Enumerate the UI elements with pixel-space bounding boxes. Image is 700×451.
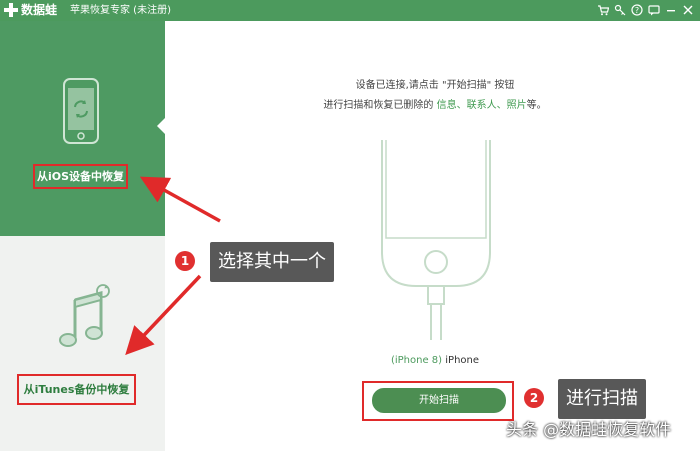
arrow-to-ios xyxy=(139,176,221,223)
step-2-callout: 进行扫描 xyxy=(558,379,646,419)
step-2-badge: 2 xyxy=(524,388,544,408)
step-1-callout: 选择其中一个 xyxy=(210,242,334,282)
watermark: 头条 @数据蛙恢复软件 xyxy=(506,420,672,439)
arrow-to-itunes xyxy=(125,274,202,356)
step-1-badge: 1 xyxy=(175,251,195,271)
